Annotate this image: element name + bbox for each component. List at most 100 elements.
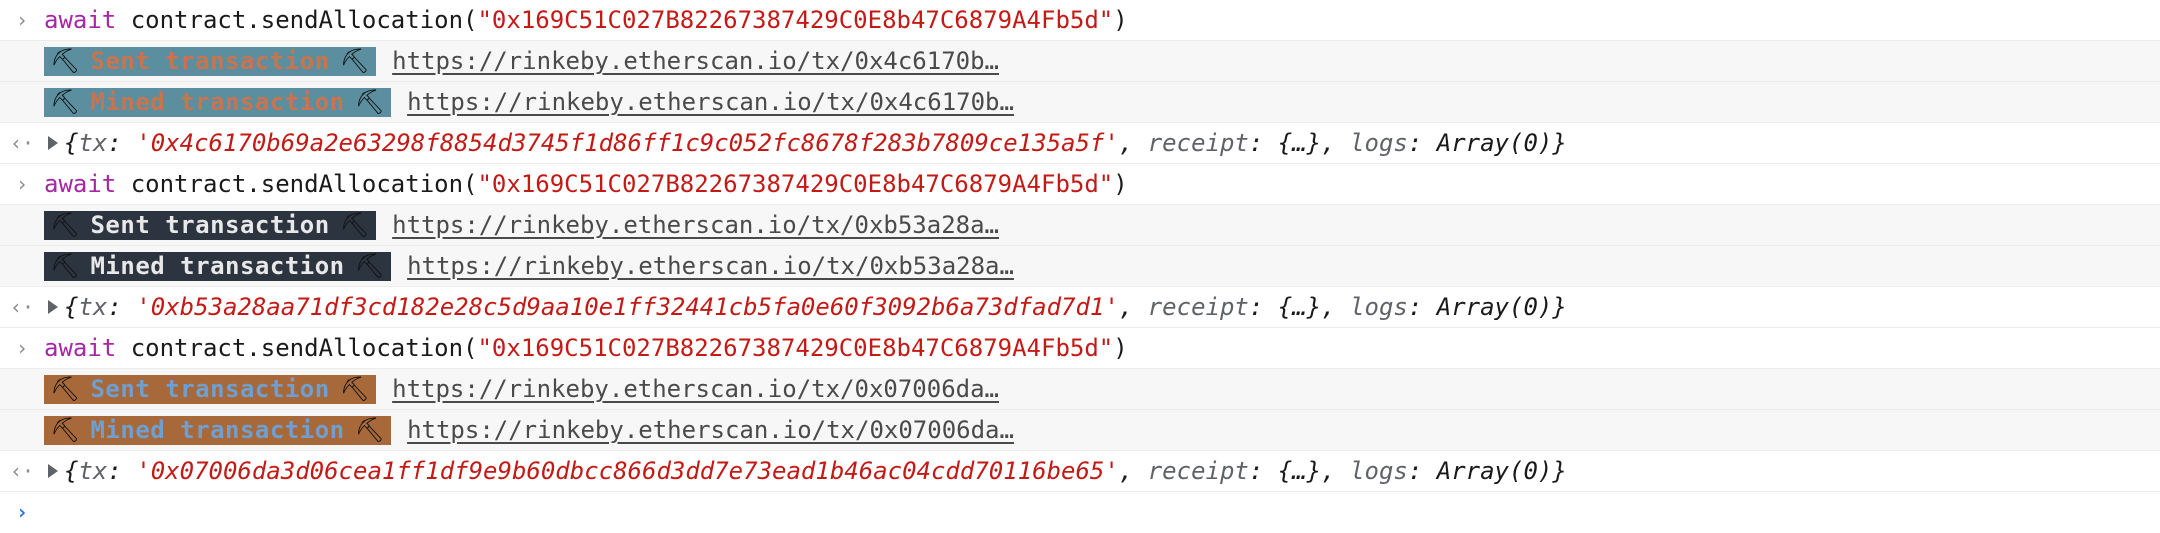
log-content: ⛏ Sent transaction ⛏ https://rinkeby.ethers… (44, 41, 999, 81)
pickaxe-icon: ⛏ (50, 375, 81, 403)
receipt-value: {…} (1277, 293, 1322, 321)
result-object: {tx: '0x4c6170b69a2e63298f8854d3745f1d86… (48, 123, 1567, 163)
colon: : (1407, 129, 1437, 157)
triangle-right-icon[interactable] (48, 300, 58, 314)
console-log-row: ⛏ Sent transaction ⛏ https://rinkeby.ethers… (0, 41, 2160, 82)
chevron-right-icon: › (15, 336, 29, 360)
badge-label: Sent transaction (90, 47, 330, 75)
transaction-badge: ⛏ Mined transaction ⛏ (44, 415, 392, 445)
transaction-badge: ⛏ Sent transaction ⛏ (44, 210, 377, 240)
console-command-row[interactable]: › await contract.sendAllocation("0x169C51… (0, 164, 2160, 205)
colon: : (107, 129, 137, 157)
comma: , (1321, 129, 1351, 157)
transaction-badge: ⛏ Sent transaction ⛏ (44, 46, 377, 76)
keyword-await: await (44, 6, 117, 34)
console-command-row[interactable]: › await contract.sendAllocation("0x169C51… (0, 328, 2160, 369)
etherscan-link[interactable]: https://rinkeby.etherscan.io/tx/0x07006d… (392, 375, 999, 403)
colon: : (1407, 293, 1437, 321)
etherscan-link[interactable]: https://rinkeby.etherscan.io/tx/0xb53a28… (407, 252, 1014, 280)
logs-key: logs (1350, 293, 1408, 321)
log-content: ⛏ Mined transaction ⛏ https://rinkeby.ether… (44, 410, 1014, 450)
command-text: await contract.sendAllocation("0x169C51C… (44, 164, 1128, 204)
logs-key: logs (1350, 457, 1408, 485)
pickaxe-icon: ⛏ (50, 211, 81, 239)
console-messages: › await contract.sendAllocation("0x169C51… (0, 0, 2160, 492)
console-result-row[interactable]: ‹· {tx: '0x4c6170b69a2e63298f8854d3745f1d… (0, 123, 2160, 164)
address-argument: "0x169C51C027B82267387429C0E8b47C6879A4F… (477, 6, 1114, 34)
return-arrow-icon: ‹· (9, 131, 35, 155)
pickaxe-icon: ⛏ (50, 88, 81, 116)
chevron-right-icon: › (15, 172, 29, 196)
badge-label: Sent transaction (90, 211, 330, 239)
pickaxe-icon: ⛏ (354, 416, 386, 444)
logs-key: logs (1350, 129, 1408, 157)
address-argument: "0x169C51C027B82267387429C0E8b47C6879A4F… (477, 334, 1114, 362)
receipt-key: receipt (1147, 293, 1249, 321)
colon: : (1248, 457, 1278, 485)
etherscan-link[interactable]: https://rinkeby.etherscan.io/tx/0x4c6170… (407, 88, 1014, 116)
devtools-console: › await contract.sendAllocation("0x169C51… (0, 0, 2160, 533)
badge-label: Mined transaction (90, 252, 345, 280)
triangle-right-icon[interactable] (48, 464, 58, 478)
receipt-value: {…} (1277, 129, 1322, 157)
colon: : (1407, 457, 1437, 485)
command-text: await contract.sendAllocation("0x169C51C… (44, 328, 1128, 368)
log-content: ⛏ Mined transaction ⛏ https://rinkeby.ether… (44, 246, 1014, 286)
pickaxe-icon: ⛏ (50, 47, 81, 75)
console-command-row[interactable]: › await contract.sendAllocation("0x169C51… (0, 0, 2160, 41)
receipt-value: {…} (1277, 457, 1322, 485)
function-call: contract.sendAllocation( (130, 334, 478, 362)
transaction-badge: ⛏ Mined transaction ⛏ (44, 251, 392, 281)
close-paren: ) (1113, 6, 1128, 34)
colon: : (107, 457, 137, 485)
receipt-key: receipt (1147, 457, 1249, 485)
colon: : (1248, 129, 1278, 157)
etherscan-link[interactable]: https://rinkeby.etherscan.io/tx/0x4c6170… (392, 47, 999, 75)
tx-hash: '0x07006da3d06cea1ff1df9e9b60dbcc866d3dd… (136, 457, 1119, 485)
badge-label: Sent transaction (90, 375, 330, 403)
console-log-row: ⛏ Mined transaction ⛏ https://rinkeby.ether… (0, 410, 2160, 451)
result-object: {tx: '0x07006da3d06cea1ff1df9e9b60dbcc86… (48, 451, 1567, 491)
brace-open: { (64, 129, 79, 157)
console-result-row[interactable]: ‹· {tx: '0xb53a28aa71df3cd182e28c5d9aa10e… (0, 287, 2160, 328)
log-content: ⛏ Mined transaction ⛏ https://rinkeby.ether… (44, 82, 1014, 122)
logs-value: Array(0) (1436, 129, 1553, 157)
console-prompt-row[interactable]: › (0, 492, 2160, 533)
colon: : (1248, 293, 1278, 321)
keyword-await: await (44, 170, 117, 198)
pickaxe-icon: ⛏ (339, 375, 371, 403)
badge-label: Mined transaction (90, 88, 345, 116)
command-text: await contract.sendAllocation("0x169C51C… (44, 0, 1128, 40)
address-argument: "0x169C51C027B82267387429C0E8b47C6879A4F… (477, 170, 1114, 198)
pickaxe-icon: ⛏ (339, 47, 371, 75)
pickaxe-icon: ⛏ (354, 252, 386, 280)
tx-key: tx (78, 293, 108, 321)
pickaxe-icon: ⛏ (354, 88, 386, 116)
pickaxe-icon: ⛏ (339, 211, 371, 239)
logs-value: Array(0) (1436, 457, 1553, 485)
triangle-right-icon[interactable] (48, 136, 58, 150)
close-paren: ) (1113, 334, 1128, 362)
tx-hash: '0x4c6170b69a2e63298f8854d3745f1d86ff1c9… (136, 129, 1119, 157)
tx-key: tx (78, 457, 108, 485)
console-log-row: ⛏ Sent transaction ⛏ https://rinkeby.ethers… (0, 205, 2160, 246)
transaction-badge: ⛏ Sent transaction ⛏ (44, 374, 377, 404)
chevron-right-icon: › (15, 500, 29, 524)
logs-value: Array(0) (1436, 293, 1553, 321)
console-result-row[interactable]: ‹· {tx: '0x07006da3d06cea1ff1df9e9b60dbcc… (0, 451, 2160, 492)
tx-key: tx (78, 129, 108, 157)
chevron-right-icon: › (15, 8, 29, 32)
comma: , (1118, 129, 1148, 157)
function-call: contract.sendAllocation( (130, 6, 478, 34)
result-object: {tx: '0xb53a28aa71df3cd182e28c5d9aa10e1f… (48, 287, 1567, 327)
function-call: contract.sendAllocation( (130, 170, 478, 198)
brace-close: } (1552, 129, 1567, 157)
log-content: ⛏ Sent transaction ⛏ https://rinkeby.ethers… (44, 369, 999, 409)
brace-open: { (64, 457, 79, 485)
etherscan-link[interactable]: https://rinkeby.etherscan.io/tx/0x07006d… (407, 416, 1014, 444)
close-paren: ) (1113, 170, 1128, 198)
etherscan-link[interactable]: https://rinkeby.etherscan.io/tx/0xb53a28… (392, 211, 999, 239)
